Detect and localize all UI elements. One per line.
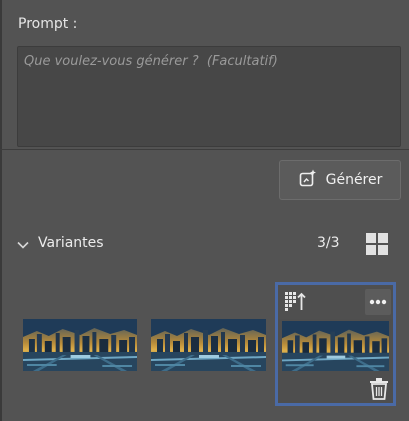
generate-sparkle-icon [298, 168, 318, 192]
generate-button-label: Générer [325, 172, 383, 188]
variant-thumbnail-3-selected[interactable] [275, 282, 396, 406]
section-divider [0, 149, 409, 150]
variant-thumbnail-2[interactable] [151, 319, 266, 371]
generate-button[interactable]: Générer [279, 160, 401, 200]
variants-label: Variantes [38, 235, 104, 251]
grid-view-icon[interactable] [365, 232, 389, 256]
variant-thumbnail-3[interactable] [282, 321, 389, 371]
upscale-icon[interactable] [282, 288, 308, 314]
prompt-input[interactable] [17, 46, 401, 147]
panel-edge [0, 0, 2, 421]
trash-icon[interactable] [368, 377, 390, 401]
variant-thumbnail-1[interactable] [23, 319, 137, 371]
prompt-label: Prompt : [18, 16, 78, 32]
variants-count: 3/3 [317, 235, 340, 251]
chevron-down-icon[interactable] [16, 237, 30, 251]
more-options-icon[interactable] [365, 289, 391, 315]
variants-header: Variantes 3/3 [14, 232, 394, 258]
